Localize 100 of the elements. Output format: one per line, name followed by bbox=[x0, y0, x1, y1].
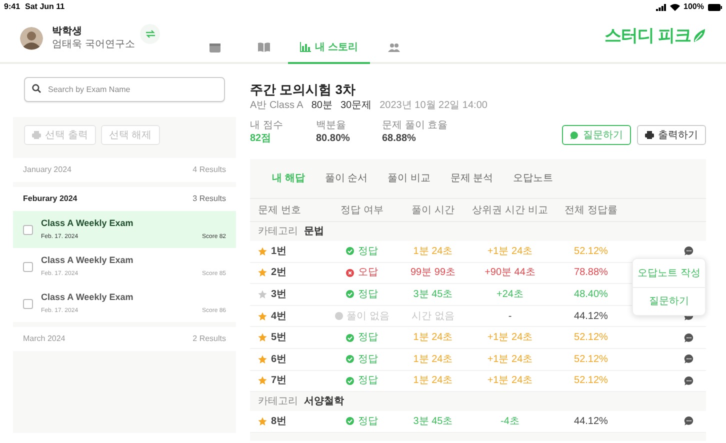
checkbox[interactable] bbox=[23, 298, 33, 308]
time-comparison: +1분 24초 bbox=[486, 352, 534, 367]
swap-arrows-icon bbox=[146, 30, 154, 38]
people-icon bbox=[388, 42, 400, 52]
battery-icon bbox=[708, 4, 722, 10]
stat-label: 백분율 bbox=[316, 119, 347, 132]
result-tab[interactable]: 문제 분석 bbox=[440, 166, 504, 190]
time-comparison: -4초 bbox=[500, 414, 520, 429]
comment-icon[interactable] bbox=[684, 246, 694, 256]
month-label: January 2024 bbox=[23, 164, 72, 176]
time-comparison: +24초 bbox=[496, 288, 524, 302]
book-icon bbox=[258, 42, 270, 52]
comment-icon[interactable] bbox=[684, 354, 694, 364]
star-icon[interactable] bbox=[258, 312, 267, 321]
star-icon[interactable] bbox=[258, 354, 267, 364]
leaf-icon bbox=[693, 29, 706, 43]
question-number: 1번 bbox=[271, 244, 287, 259]
status-date: Sat Jun 11 bbox=[25, 1, 65, 13]
star-icon[interactable] bbox=[258, 246, 267, 256]
question-number: 4번 bbox=[271, 310, 287, 324]
correct-rate: 48.40% bbox=[573, 288, 609, 302]
result-label: 정답 bbox=[358, 374, 378, 388]
chart-icon bbox=[300, 42, 311, 52]
chat-icon bbox=[570, 130, 579, 140]
star-icon[interactable] bbox=[258, 416, 267, 426]
exam-title: 주간 모의시험 3차 bbox=[250, 81, 356, 99]
category-label: 카테고리 bbox=[258, 395, 298, 410]
user-name: 박학생 bbox=[52, 25, 83, 38]
star-icon[interactable] bbox=[258, 290, 267, 299]
result-tab[interactable]: 풀이 순서 bbox=[314, 166, 378, 190]
question-number: 2번 bbox=[271, 266, 287, 280]
question-number: 7번 bbox=[271, 374, 287, 388]
stat-label: 내 점수 bbox=[250, 119, 284, 132]
star-icon[interactable] bbox=[258, 268, 267, 278]
correct-rate: 52.12% bbox=[573, 374, 609, 388]
result-label: 정답 bbox=[358, 331, 378, 346]
result-tab[interactable]: 풀이 비교 bbox=[378, 166, 440, 190]
checkbox[interactable] bbox=[23, 262, 33, 272]
search-field[interactable]: Search by Exam Name bbox=[24, 77, 225, 102]
comment-icon[interactable] bbox=[684, 376, 694, 386]
result-tab[interactable]: 오답노트 bbox=[503, 166, 564, 190]
status-time: 9:41 bbox=[4, 1, 20, 13]
solve-time: 시간 없음 bbox=[410, 310, 456, 324]
correct-rate: 52.12% bbox=[573, 244, 609, 259]
time-comparison: +1분 24초 bbox=[486, 374, 534, 388]
solve-time: 3분 45초 bbox=[412, 414, 454, 429]
question-number: 8번 bbox=[271, 414, 287, 429]
star-icon[interactable] bbox=[258, 333, 267, 342]
exam-title: Class A Weekly Exam bbox=[41, 254, 134, 267]
organization-name: 엄태욱 국어연구소 bbox=[52, 38, 135, 51]
solve-time: 3분 45초 bbox=[412, 288, 454, 302]
result-count: 3 Results bbox=[192, 193, 226, 205]
question-number: 5번 bbox=[271, 331, 287, 346]
solve-time: 1분 24초 bbox=[412, 374, 454, 388]
wifi-icon bbox=[670, 4, 680, 10]
result-label: 풀이 없음 bbox=[346, 310, 390, 324]
switch-button[interactable] bbox=[140, 24, 160, 44]
stat-value: 80.80% bbox=[316, 132, 351, 145]
result-label: 오답 bbox=[358, 266, 378, 280]
checkbox[interactable] bbox=[23, 224, 33, 234]
question-number: 3번 bbox=[271, 288, 287, 302]
search-icon bbox=[32, 84, 41, 93]
result-label: 정답 bbox=[358, 244, 378, 259]
solve-time: 99분 99초 bbox=[409, 266, 457, 280]
category-name: 서양철학 bbox=[304, 395, 344, 410]
column-header: 정답 여부 bbox=[340, 204, 384, 218]
solve-time: 1분 24초 bbox=[412, 244, 454, 259]
avatar-icon bbox=[20, 26, 43, 50]
category-label: 카테고리 bbox=[258, 225, 298, 239]
logo-text: 스터디 피크 bbox=[604, 25, 691, 48]
class-label: A반 Class A bbox=[250, 99, 304, 112]
result-label: 정답 bbox=[358, 352, 378, 367]
solve-time: 1분 24초 bbox=[412, 331, 454, 346]
correct-rate: 52.12% bbox=[573, 331, 609, 346]
exam-title: Class A Weekly Exam bbox=[41, 216, 134, 230]
month-label: Feburary 2024 bbox=[23, 193, 78, 205]
time-comparison: - bbox=[507, 310, 513, 324]
star-icon[interactable] bbox=[258, 376, 267, 386]
time-comparison: +1분 24초 bbox=[486, 244, 534, 259]
calendar-icon bbox=[208, 42, 220, 52]
signal-icon bbox=[656, 4, 666, 10]
correct-rate: 52.12% bbox=[573, 352, 609, 367]
correct-rate: 44.12% bbox=[573, 310, 609, 324]
question-count: 30문제 bbox=[340, 99, 372, 112]
comment-icon[interactable] bbox=[684, 416, 694, 426]
month-label: March 2024 bbox=[23, 333, 66, 345]
stat-label: 문제 풀이 효율 bbox=[382, 119, 448, 132]
result-label: 정답 bbox=[358, 288, 378, 302]
correct-rate: 78.88% bbox=[573, 266, 609, 280]
duration: 80분 bbox=[311, 99, 332, 112]
exam-title: Class A Weekly Exam bbox=[41, 290, 134, 304]
time-comparison: +90분 44초 bbox=[484, 266, 536, 280]
result-count: 2 Results bbox=[192, 333, 226, 345]
print-button[interactable]: 출력하기 bbox=[637, 125, 706, 145]
time-comparison: +1분 24초 bbox=[486, 331, 534, 346]
exam-datetime: 2023년 10월 22일 14:00 bbox=[380, 99, 488, 112]
comment-icon[interactable] bbox=[684, 332, 694, 343]
column-header: 전체 정답률 bbox=[564, 204, 618, 218]
stat-value: 82점 bbox=[250, 132, 272, 145]
column-header: 풀이 시간 bbox=[410, 204, 456, 218]
